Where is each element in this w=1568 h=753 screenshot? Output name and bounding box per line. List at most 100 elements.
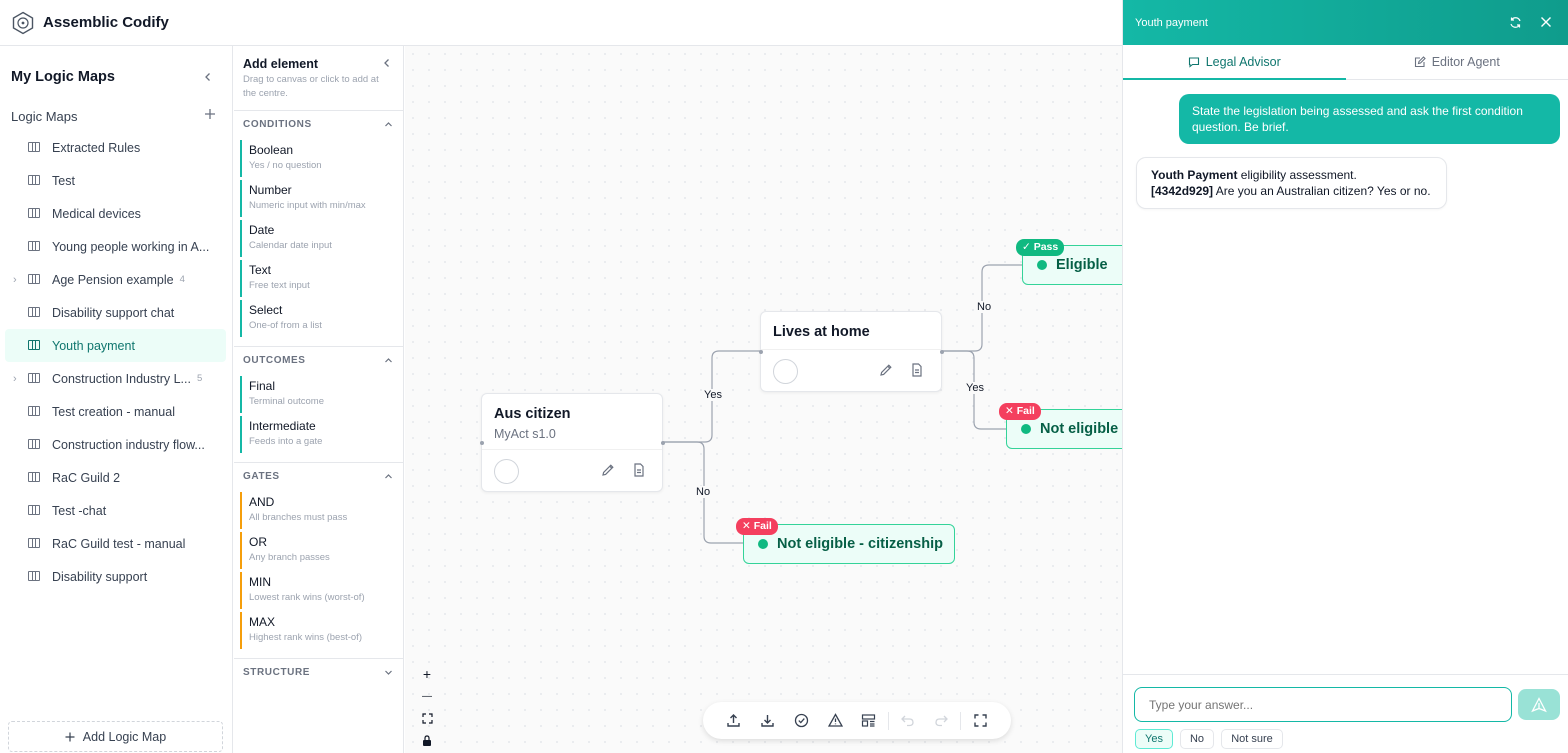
fullscreen-icon[interactable] <box>963 702 997 739</box>
logic-maps-sidebar: My Logic Maps Logic Maps Extracted Rules… <box>0 46 233 753</box>
layout-icon[interactable] <box>852 702 886 739</box>
logic-map-item[interactable]: Disability support <box>5 560 226 593</box>
palette-item-name: Date <box>249 223 275 237</box>
logic-map-label: Medical devices <box>52 206 141 221</box>
node-output-handle[interactable] <box>939 350 944 354</box>
chevron-up-icon <box>385 357 392 362</box>
condition-node-lives-at-home[interactable]: Lives at home <box>758 311 944 392</box>
structure-section-header[interactable]: STRUCTURE <box>234 659 403 685</box>
outcomes-label: OUTCOMES <box>243 354 306 366</box>
document-icon[interactable] <box>909 362 925 378</box>
logic-map-icon <box>28 307 40 317</box>
undo-icon[interactable] <box>891 702 925 739</box>
node-input-handle[interactable] <box>758 350 763 354</box>
logic-map-item[interactable]: › Construction Industry L... 5 <box>5 362 226 395</box>
outcomes-items: Final Terminal outcome Intermediate Feeds i… <box>234 376 403 453</box>
palette-item-final[interactable]: Final Terminal outcome <box>240 376 403 413</box>
gates-label: GATES <box>243 470 280 482</box>
add-logic-map-button[interactable]: Add Logic Map <box>8 721 223 752</box>
logic-map-item[interactable]: Test creation - manual <box>5 395 226 428</box>
node-input-handle[interactable] <box>479 441 484 445</box>
palette-item-max[interactable]: MAX Highest rank wins (best-of) <box>240 612 403 649</box>
logic-map-item[interactable]: Young people working in A... <box>5 230 226 263</box>
outcomes-section-header[interactable]: OUTCOMES <box>234 347 403 373</box>
node-subtitle: MyAct s1.0 <box>494 427 556 441</box>
send-button[interactable] <box>1518 689 1560 720</box>
outcomes-section: OUTCOMES Final Terminal outcome Intermedia… <box>234 347 403 463</box>
outcome-label: Not eligible <box>1040 421 1119 437</box>
conditions-section: CONDITIONS Boolean Yes / no question Numbe… <box>234 111 403 347</box>
warning-icon[interactable] <box>818 702 852 739</box>
close-icon[interactable] <box>1538 14 1554 30</box>
edit-pencil-icon[interactable] <box>600 462 616 478</box>
chat-tabs: Legal Advisor Editor Agent <box>1123 45 1568 80</box>
validate-check-icon[interactable] <box>785 702 819 739</box>
fit-view-icon[interactable] <box>417 708 437 728</box>
palette-item-text[interactable]: Text Free text input <box>240 260 403 297</box>
logic-map-item[interactable]: › Age Pension example 4 <box>5 263 226 296</box>
collapse-palette-icon[interactable] <box>379 55 395 71</box>
logic-map-item[interactable]: Test <box>5 164 226 197</box>
logic-map-item[interactable]: RaC Guild test - manual <box>5 527 226 560</box>
chevron-right-icon[interactable]: › <box>13 373 17 385</box>
child-count: 5 <box>196 373 203 384</box>
quick-reply-no[interactable]: No <box>1180 729 1214 749</box>
palette-item-and[interactable]: AND All branches must pass <box>240 492 403 529</box>
fail-badge: ✕ Fail <box>736 518 778 535</box>
pass-badge: ✓ Pass <box>1016 239 1065 256</box>
quick-reply-yes[interactable]: Yes <box>1135 729 1173 749</box>
palette-item-name: Intermediate <box>249 419 316 433</box>
send-icon <box>1531 696 1547 712</box>
collapse-sidebar-icon[interactable] <box>200 69 216 85</box>
edit-pencil-icon[interactable] <box>878 362 894 378</box>
app-title: Assemblic Codify <box>43 14 169 31</box>
zoom-controls: + — <box>417 664 437 750</box>
palette-item-select[interactable]: Select One-of from a list <box>240 300 403 337</box>
logic-map-item[interactable]: RaC Guild 2 <box>5 461 226 494</box>
palette-item-or[interactable]: OR Any branch passes <box>240 532 403 569</box>
palette-item-boolean[interactable]: Boolean Yes / no question <box>240 140 403 177</box>
palette-item-intermediate[interactable]: Intermediate Feeds into a gate <box>240 416 403 453</box>
logic-map-item[interactable]: Construction industry flow... <box>5 428 226 461</box>
condition-node-aus-citizen[interactable]: Aus citizen MyAct s1.0 <box>479 393 665 492</box>
redo-icon[interactable] <box>925 702 959 739</box>
tab-legal-advisor[interactable]: Legal Advisor <box>1123 45 1346 80</box>
zoom-out-button[interactable]: — <box>417 686 437 706</box>
palette-item-min[interactable]: MIN Lowest rank wins (worst-of) <box>240 572 403 609</box>
logic-map-label: Youth payment <box>52 338 135 353</box>
outcome-label: Eligible <box>1056 257 1108 273</box>
status-circle-icon <box>773 359 798 384</box>
gates-section-header[interactable]: GATES <box>234 463 403 489</box>
conditions-section-header[interactable]: CONDITIONS <box>234 111 403 137</box>
palette-item-name: Boolean <box>249 143 294 157</box>
download-icon[interactable] <box>751 702 785 739</box>
logic-map-label: Construction industry flow... <box>52 437 205 452</box>
zoom-in-button[interactable]: + <box>417 664 437 684</box>
logic-map-item[interactable]: Youth payment <box>5 329 226 362</box>
logic-map-canvas[interactable]: Yes No No Yes Aus citizen MyAct s1.0 Liv… <box>405 46 1122 753</box>
chevron-right-icon[interactable]: › <box>13 274 17 286</box>
palette-item-name: AND <box>249 495 275 509</box>
top-bar: Assemblic Codify <box>0 0 1122 46</box>
logic-map-item[interactable]: Disability support chat <box>5 296 226 329</box>
gates-section: GATES AND All branches must pass OR Any bra… <box>234 463 403 659</box>
refresh-icon[interactable] <box>1507 14 1523 30</box>
answer-input[interactable] <box>1134 687 1512 722</box>
quick-reply-not-sure[interactable]: Not sure <box>1221 729 1283 749</box>
document-icon[interactable] <box>631 462 647 478</box>
logic-map-item[interactable]: Medical devices <box>5 197 226 230</box>
logic-map-item[interactable]: Test -chat <box>5 494 226 527</box>
logic-map-label: RaC Guild test - manual <box>52 536 186 551</box>
logic-map-list: Extracted Rules Test Medical devices Young … <box>0 131 232 593</box>
tab-editor-agent[interactable]: Editor Agent <box>1346 45 1568 79</box>
palette-item-number[interactable]: Number Numeric input with min/max <box>240 180 403 217</box>
lock-icon[interactable] <box>417 730 437 750</box>
add-map-plus-icon[interactable] <box>204 107 216 125</box>
palette-item-name: MAX <box>249 615 276 629</box>
node-output-handle[interactable] <box>660 441 665 445</box>
logic-map-item[interactable]: Extracted Rules <box>5 131 226 164</box>
upload-icon[interactable] <box>717 702 751 739</box>
child-count: 4 <box>179 274 185 285</box>
add-logic-map-label: Add Logic Map <box>82 729 167 744</box>
palette-item-date[interactable]: Date Calendar date input <box>240 220 403 257</box>
